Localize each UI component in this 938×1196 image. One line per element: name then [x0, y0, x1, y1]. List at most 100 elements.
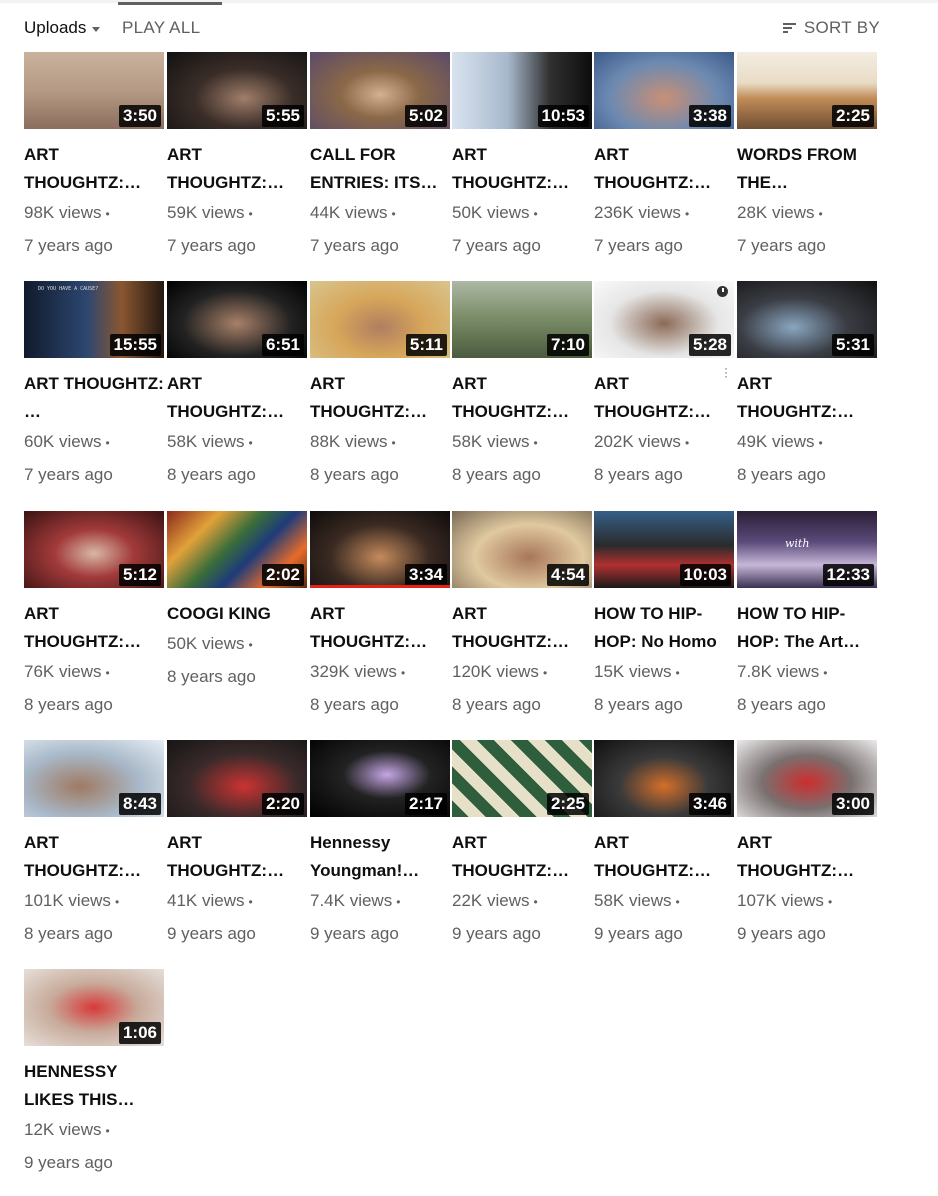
video-card[interactable]: 8:43 ART THOUGHTZ:… 101K views • 8 years …	[24, 740, 164, 950]
separator-dot: •	[675, 665, 680, 680]
separator-dot: •	[248, 894, 253, 909]
duration-badge: 5:55	[261, 105, 304, 127]
video-thumbnail[interactable]: 3:38	[594, 52, 734, 129]
video-thumbnail[interactable]: DO YOU HAVE A CAUSE? 15:55	[24, 281, 164, 358]
video-card[interactable]: 7:10 ART THOUGHTZ:… 58K views • 8 years a…	[452, 281, 592, 491]
video-title[interactable]: HOW TO HIP-HOP: No Homo	[594, 600, 734, 656]
video-card[interactable]: 2:25 ART THOUGHTZ:… 22K views • 9 years a…	[452, 740, 592, 950]
video-thumbnail[interactable]: with 12:33	[737, 511, 877, 588]
video-card[interactable]: 3:38 ART THOUGHTZ:… 236K views • 7 years …	[594, 52, 734, 262]
video-title[interactable]: ART THOUGHTZ:…	[452, 829, 592, 885]
video-title[interactable]: COOGI KING	[167, 600, 307, 628]
video-card[interactable]: DO YOU HAVE A CAUSE? 15:55 ART THOUGHTZ: …	[24, 281, 164, 491]
upload-age: 9 years ago	[452, 923, 541, 943]
video-title[interactable]: ART THOUGHTZ:…	[167, 370, 307, 426]
video-thumbnail[interactable]: 3:46	[594, 740, 734, 817]
video-card[interactable]: 1:06 HENNESSY LIKES THIS… 12K views • 9 y…	[24, 969, 164, 1179]
video-card[interactable]: 5:55 ART THOUGHTZ:… 59K views • 7 years a…	[167, 52, 307, 262]
watch-later-icon[interactable]	[717, 286, 728, 297]
video-title[interactable]: ART THOUGHTZ:…	[167, 829, 307, 885]
video-card[interactable]: 3:34 ART THOUGHTZ:… 329K views • 8 years …	[310, 511, 450, 721]
video-card[interactable]: 10:03 HOW TO HIP-HOP: No Homo 15K views •…	[594, 511, 734, 721]
video-card[interactable]: 4:54 ART THOUGHTZ:… 120K views • 8 years …	[452, 511, 592, 721]
video-card[interactable]: 2:02 COOGI KING 50K views • 8 years ago	[167, 511, 307, 693]
video-thumbnail[interactable]: 1:06	[24, 969, 164, 1046]
video-title[interactable]: ART THOUGHTZ:…	[737, 829, 877, 885]
play-all-button[interactable]: PLAY ALL	[122, 18, 200, 38]
sort-by-button[interactable]: SORT BY	[782, 18, 880, 38]
video-title[interactable]: ART THOUGHTZ: …	[24, 370, 164, 426]
video-thumbnail[interactable]: 3:50	[24, 52, 164, 129]
video-views: 236K views •	[594, 197, 734, 230]
video-card[interactable]: with 12:33 HOW TO HIP-HOP: The Art… 7.8K …	[737, 511, 877, 721]
video-title[interactable]: ART THOUGHTZ:…	[452, 600, 592, 656]
video-thumbnail[interactable]: 8:43	[24, 740, 164, 817]
video-card[interactable]: 3:00 ART THOUGHTZ:… 107K views • 9 years …	[737, 740, 877, 950]
video-views: 12K views •	[24, 1114, 164, 1147]
video-card[interactable]: 2:17 Hennessy Youngman!… 7.4K views • 9 y…	[310, 740, 450, 950]
video-thumbnail[interactable]: 2:25	[737, 52, 877, 129]
video-card[interactable]: 10:53 ART THOUGHTZ:… 50K views • 7 years …	[452, 52, 592, 262]
video-card[interactable]: 5:12 ART THOUGHTZ:… 76K views • 8 years a…	[24, 511, 164, 721]
video-title[interactable]: WORDS FROM THE…	[737, 141, 877, 197]
video-card[interactable]: 2:25 WORDS FROM THE… 28K views • 7 years …	[737, 52, 877, 262]
video-title[interactable]: ART THOUGHTZ:…	[594, 141, 734, 197]
video-thumbnail[interactable]: 7:10	[452, 281, 592, 358]
video-title[interactable]: ART THOUGHTZ:…	[452, 370, 592, 426]
video-title[interactable]: ART THOUGHTZ:…	[24, 141, 164, 197]
video-title[interactable]: ART THOUGHTZ:…	[310, 370, 450, 426]
thumbnail-caption: with	[785, 537, 810, 550]
video-thumbnail[interactable]: 5:28	[594, 281, 734, 358]
video-thumbnail[interactable]: 5:31	[737, 281, 877, 358]
upload-age: 7 years ago	[24, 464, 113, 484]
separator-dot: •	[248, 206, 253, 221]
video-card[interactable]: 5:31 ART THOUGHTZ:… 49K views • 8 years a…	[737, 281, 877, 491]
view-count: 44K views	[310, 203, 388, 222]
video-card[interactable]: 5:02 CALL FOR ENTRIES: ITS… 44K views • 7…	[310, 52, 450, 262]
video-views: 44K views •	[310, 197, 450, 230]
sort-icon	[782, 23, 796, 33]
video-thumbnail[interactable]: 2:20	[167, 740, 307, 817]
video-thumbnail[interactable]: 5:02	[310, 52, 450, 129]
video-title[interactable]: ART THOUGHTZ:…	[594, 829, 734, 885]
video-thumbnail[interactable]: 2:25	[452, 740, 592, 817]
video-title[interactable]: ART THOUGHTZ:…	[24, 600, 164, 656]
video-views: 58K views •	[452, 426, 592, 459]
video-card[interactable]: 5:11 ART THOUGHTZ:… 88K views • 8 years a…	[310, 281, 450, 491]
video-title[interactable]: ART THOUGHTZ:…	[737, 370, 877, 426]
video-title[interactable]: ART THOUGHTZ:…	[594, 370, 734, 426]
video-title[interactable]: ART THOUGHTZ:…	[24, 829, 164, 885]
view-count: 58K views	[452, 432, 530, 451]
video-title[interactable]: HENNESSY LIKES THIS…	[24, 1058, 164, 1114]
video-card[interactable]: 3:46 ART THOUGHTZ:… 58K views • 9 years a…	[594, 740, 734, 950]
video-card[interactable]: 6:51 ART THOUGHTZ:… 58K views • 8 years a…	[167, 281, 307, 491]
video-thumbnail[interactable]: 6:51	[167, 281, 307, 358]
duration-badge: 4:54	[546, 564, 589, 586]
video-thumbnail[interactable]: 5:11	[310, 281, 450, 358]
video-title[interactable]: ART THOUGHTZ:…	[167, 141, 307, 197]
video-thumbnail[interactable]: 2:02	[167, 511, 307, 588]
video-card[interactable]: 3:50 ART THOUGHTZ:… 98K views • 7 years a…	[24, 52, 164, 262]
separator-dot: •	[684, 206, 690, 221]
video-thumbnail[interactable]: 5:12	[24, 511, 164, 588]
video-title[interactable]: CALL FOR ENTRIES: ITS…	[310, 141, 450, 197]
more-actions-icon[interactable]: · · ·	[724, 362, 728, 382]
view-count: 98K views	[24, 203, 102, 222]
video-title[interactable]: ART THOUGHTZ:…	[310, 600, 450, 656]
video-thumbnail[interactable]: 10:53	[452, 52, 592, 129]
video-thumbnail[interactable]: 3:34	[310, 511, 450, 588]
video-thumbnail[interactable]: 4:54	[452, 511, 592, 588]
video-thumbnail[interactable]: 3:00	[737, 740, 877, 817]
video-views: 49K views •	[737, 426, 877, 459]
upload-age: 8 years ago	[737, 694, 826, 714]
video-title[interactable]: Hennessy Youngman!…	[310, 829, 450, 885]
upload-age: 8 years ago	[452, 694, 541, 714]
video-card[interactable]: 2:20 ART THOUGHTZ:… 41K views • 9 years a…	[167, 740, 307, 950]
video-title[interactable]: HOW TO HIP-HOP: The Art…	[737, 600, 877, 656]
video-thumbnail[interactable]: 2:17	[310, 740, 450, 817]
video-card[interactable]: 5:28 ART THOUGHTZ:… 202K views • 8 years …	[594, 281, 734, 491]
video-thumbnail[interactable]: 10:03	[594, 511, 734, 588]
video-thumbnail[interactable]: 5:55	[167, 52, 307, 129]
uploads-dropdown[interactable]: Uploads	[24, 18, 101, 38]
video-title[interactable]: ART THOUGHTZ:…	[452, 141, 592, 197]
